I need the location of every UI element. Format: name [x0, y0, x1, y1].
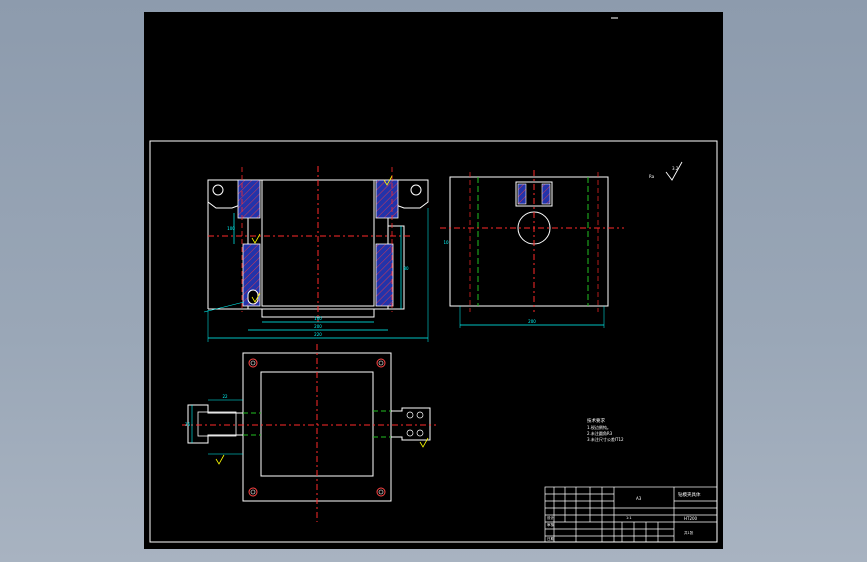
- dim-front-mid: 200: [314, 324, 322, 329]
- right-clamp-tab: [391, 407, 431, 441]
- notes-line-2: 2.未注圆角R3: [587, 430, 613, 436]
- top-view: 22 36: [182, 344, 436, 522]
- dim-left-height: 100: [227, 226, 235, 231]
- general-roughness: Ra 3.2: [649, 161, 683, 181]
- roughness-mark-right-tab: [419, 437, 429, 448]
- corner-hole-tl: [248, 358, 258, 368]
- right-bolt-hole: [410, 184, 422, 196]
- scale: 1:1: [626, 516, 632, 520]
- cad-viewport[interactable]: 160 200 220 100 80 200 10 Ra 3.2 22 36 技…: [144, 12, 723, 549]
- roughness-symbol-icon: [665, 161, 683, 181]
- dim-tab-side: 36: [185, 422, 191, 427]
- corner-hole-bl: [248, 487, 258, 497]
- part-name: 钻模夹具体: [678, 491, 701, 498]
- front-view: 160 200 220 100 80: [203, 166, 429, 342]
- technical-notes: 技术要求 1.锐边倒钝。 2.未注圆角R3 3.未注尺寸公差IT12: [587, 417, 624, 442]
- dim-front-inner: 160: [314, 316, 322, 321]
- roughness-mark-left: [251, 233, 261, 244]
- roughness-value: 3.2: [672, 166, 679, 171]
- material: HT200: [684, 516, 698, 521]
- date-label: 日期: [547, 536, 555, 541]
- drawing-number: A3: [636, 496, 642, 501]
- checker-label: 审核: [547, 522, 555, 527]
- left-upper-section: [237, 179, 261, 219]
- cad-drawing: 160 200 220 100 80 200 10 Ra 3.2 22 36 技…: [149, 17, 718, 543]
- dim-right-height: 80: [403, 266, 409, 271]
- notes-line-1: 1.锐边倒钝。: [587, 424, 611, 430]
- slot: [247, 289, 259, 305]
- corner-hole-tr: [376, 358, 386, 368]
- designer-label: 设计: [547, 515, 555, 520]
- dim-side-width: 200: [528, 319, 536, 324]
- left-clamp-tab: [187, 404, 243, 444]
- dim-tab-top: 22: [222, 394, 228, 399]
- corner-hole-br: [376, 487, 386, 497]
- sheet-count: 共1张: [684, 530, 694, 535]
- side-body: [449, 176, 609, 307]
- sheet-border: [149, 140, 718, 543]
- roughness-mark-tab: [215, 454, 225, 465]
- notes-title: 技术要求: [587, 417, 605, 424]
- roughness-prefix: Ra: [649, 174, 655, 179]
- side-view: 200 10: [440, 170, 624, 328]
- left-bolt-hole: [212, 184, 224, 196]
- side-label: 10: [443, 240, 449, 245]
- right-lower-section: [375, 243, 394, 307]
- notes-line-3: 3.未注尺寸公差IT12: [587, 436, 624, 442]
- title-block-text: 钻模夹具体 A3 HT200 1:1 共1张 设计 审核 日期: [547, 491, 701, 541]
- dim-front-outer: 220: [314, 332, 322, 337]
